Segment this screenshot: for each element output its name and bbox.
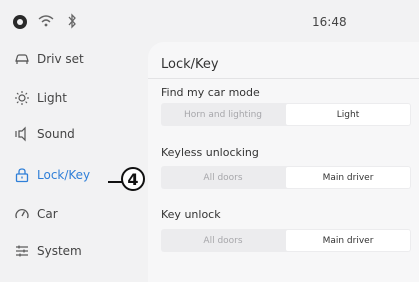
option-all-doors[interactable]: All doors <box>161 166 285 189</box>
find-my-car-mode-selector: Horn and lighting Light <box>161 103 411 126</box>
sidebar-item-label: Car <box>37 207 58 221</box>
key-unlock-selector: All doors Main driver <box>161 229 411 252</box>
car-seat-icon <box>15 54 29 64</box>
bluetooth-icon <box>68 13 76 29</box>
option-main-driver[interactable]: Main driver <box>286 167 410 188</box>
sidebar-item-label: System <box>37 244 82 258</box>
sidebar-item-label: Light <box>37 91 67 105</box>
speaker-icon <box>15 126 26 142</box>
option-main-driver[interactable]: Main driver <box>286 230 410 251</box>
lock-icon <box>15 168 29 183</box>
divider <box>148 78 419 79</box>
sidebar: Driv set Light Sound Lock/Key Car System <box>0 40 150 276</box>
sidebar-item-sound[interactable]: Sound <box>14 123 144 145</box>
gauge-icon <box>15 208 29 219</box>
keyless-unlocking-label: Keyless unlocking <box>161 146 259 159</box>
sidebar-item-label: Lock/Key <box>37 168 91 182</box>
settings-panel: Lock/Key Find my car mode Horn and light… <box>148 42 419 282</box>
sidebar-item-driv-set[interactable]: Driv set <box>14 48 144 70</box>
sidebar-item-label: Sound <box>37 127 75 141</box>
sliders-icon <box>16 245 28 257</box>
sidebar-item-system[interactable]: System <box>14 240 144 262</box>
brand-logo-icon <box>13 15 27 29</box>
keyless-unlocking-selector: All doors Main driver <box>161 166 411 189</box>
callout-leader-line <box>108 181 122 183</box>
option-light[interactable]: Light <box>286 104 410 125</box>
status-bar: 16:48 <box>0 0 419 38</box>
panel-title: Lock/Key <box>161 57 219 72</box>
find-my-car-mode-label: Find my car mode <box>161 86 260 99</box>
sidebar-item-car[interactable]: Car <box>14 203 144 225</box>
sun-icon <box>15 91 29 105</box>
sidebar-item-light[interactable]: Light <box>14 87 144 109</box>
option-all-doors[interactable]: All doors <box>161 229 285 252</box>
callout-number: 4 <box>121 167 145 191</box>
sidebar-item-label: Driv set <box>37 52 84 66</box>
wifi-icon <box>38 15 54 27</box>
option-horn-and-lighting[interactable]: Horn and lighting <box>161 103 285 126</box>
key-unlock-label: Key unlock <box>161 208 221 221</box>
clock: 16:48 <box>312 15 347 29</box>
